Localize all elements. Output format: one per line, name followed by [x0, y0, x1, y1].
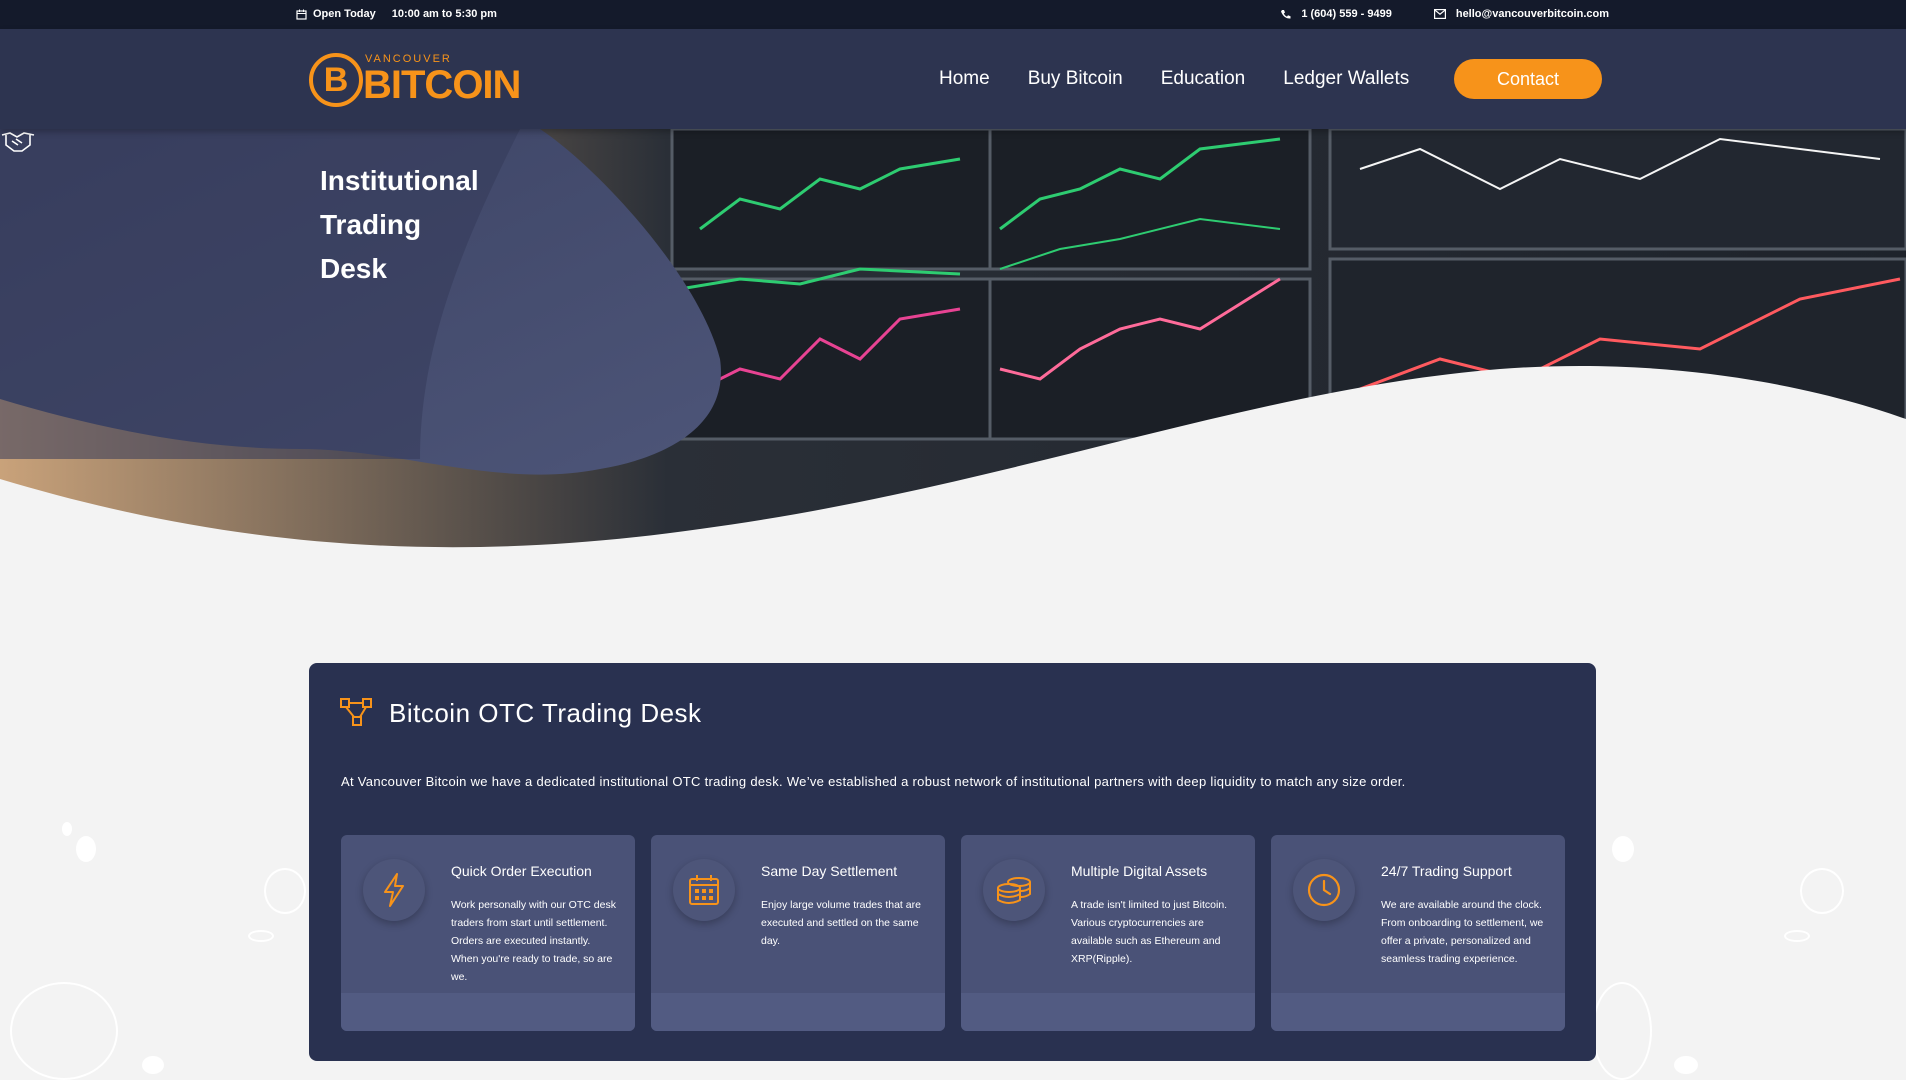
nav-home[interactable]: Home — [939, 68, 990, 90]
network-nodes-icon — [340, 698, 372, 726]
nav-buy-bitcoin[interactable]: Buy Bitcoin — [1028, 68, 1123, 90]
decorative-bubble — [142, 1056, 164, 1074]
phone-link[interactable]: 1 (604) 559 - 9499 — [1301, 8, 1392, 20]
bitcoin-logo-icon: B — [309, 53, 363, 107]
clock-icon — [1307, 873, 1341, 907]
calendar-small-icon — [296, 9, 307, 20]
feature-body: Enjoy large volume trades that are execu… — [761, 899, 921, 947]
top-info-bar: Open Today 10:00 am to 5:30 pm 1 (604) 5… — [0, 0, 1906, 29]
feature-list: Quick Order Execution Work personally wi… — [341, 835, 1565, 1031]
lightning-icon — [384, 873, 404, 907]
email-link[interactable]: hello@vancouverbitcoin.com — [1456, 8, 1609, 20]
mail-icon — [1433, 9, 1446, 19]
feature-same-day: Same Day Settlement Enjoy large volume t… — [651, 835, 945, 1031]
decorative-bubble — [62, 822, 72, 836]
main-nav: Home Buy Bitcoin Education Ledger Wallet… — [939, 29, 1409, 129]
card-description: At Vancouver Bitcoin we have a dedicated… — [341, 774, 1406, 789]
logo-title: BITCOIN — [363, 63, 521, 107]
feature-digital-assets: Multiple Digital Assets A trade isn't li… — [961, 835, 1255, 1031]
feature-title: Same Day Settlement — [761, 863, 898, 879]
decorative-bubble — [1592, 982, 1652, 1080]
feature-title: Multiple Digital Assets — [1071, 863, 1208, 879]
decorative-bubble — [76, 836, 96, 862]
coins-icon — [997, 877, 1031, 904]
decorative-bubble — [10, 982, 118, 1080]
site-header: B VANCOUVER BITCOIN Home Buy Bitcoin Edu… — [0, 29, 1906, 129]
feature-body: A trade isn't limited to just Bitcoin. V… — [1071, 899, 1228, 965]
feature-title: Quick Order Execution — [451, 863, 592, 879]
decorative-bubble — [1784, 930, 1810, 942]
hero-title: Institutional Trading Desk — [320, 165, 479, 284]
feature-body: Work personally with our OTC desk trader… — [451, 899, 616, 983]
feature-body: We are available around the clock. From … — [1381, 899, 1544, 965]
phone-icon — [1281, 9, 1291, 19]
feature-quick-order: Quick Order Execution Work personally wi… — [341, 835, 635, 1031]
decorative-bubble — [248, 930, 274, 942]
site-logo[interactable]: B VANCOUVER BITCOIN — [309, 47, 521, 107]
hours-label: Open Today — [313, 8, 376, 20]
decorative-bubble — [1674, 1056, 1698, 1074]
nav-ledger-wallets[interactable]: Ledger Wallets — [1283, 68, 1409, 90]
contact-button[interactable]: Contact — [1454, 59, 1602, 99]
decorative-bubble — [1612, 836, 1634, 862]
feature-trading-support: 24/7 Trading Support We are available ar… — [1271, 835, 1565, 1031]
handshake-icon — [1, 132, 35, 152]
decorative-bubble — [1800, 868, 1844, 914]
card-title: Bitcoin OTC Trading Desk — [389, 698, 702, 728]
nav-education[interactable]: Education — [1161, 68, 1246, 90]
calendar-icon — [689, 875, 719, 905]
hero-background-image — [0, 129, 1906, 549]
hero-banner: Institutional Trading Desk — [0, 129, 1906, 549]
feature-title: 24/7 Trading Support — [1381, 863, 1512, 879]
decorative-bubble — [264, 868, 306, 914]
otc-desk-card: Bitcoin OTC Trading Desk At Vancouver Bi… — [309, 663, 1596, 1061]
hours-value: 10:00 am to 5:30 pm — [391, 8, 497, 20]
